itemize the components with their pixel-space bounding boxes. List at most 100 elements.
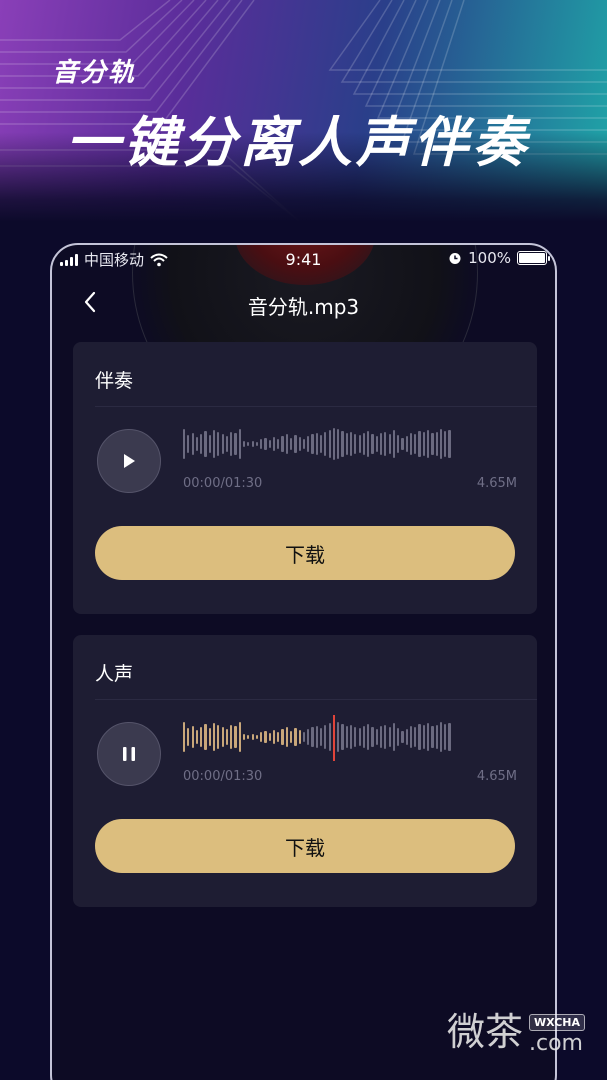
waveform-bar — [255, 442, 258, 446]
file-size: 4.65M — [476, 476, 517, 491]
waveform-bar — [332, 428, 336, 460]
waveform-bar — [315, 433, 318, 455]
waveform-bar — [230, 725, 233, 749]
waveform-bar — [375, 729, 378, 745]
waveform-bar — [200, 434, 203, 454]
waveform-bar — [285, 434, 288, 454]
waveform-bar — [268, 733, 271, 741]
waveform-bar — [405, 729, 408, 745]
waveform-bar — [384, 725, 387, 749]
waveform-bar — [401, 731, 404, 743]
waveform-bar — [204, 431, 207, 457]
waveform-bar — [311, 727, 314, 747]
waveform-bar — [204, 724, 207, 750]
waveform-bar — [302, 732, 306, 742]
playhead[interactable] — [333, 715, 336, 761]
waveform-bar — [422, 725, 425, 749]
waveform-bar — [242, 734, 246, 740]
waveform-bar — [349, 725, 353, 749]
download-button[interactable]: 下载 — [95, 819, 515, 873]
waveform-bar — [255, 735, 258, 739]
waveform-bar — [221, 434, 224, 454]
watermark-domain: .com — [528, 1031, 583, 1056]
waveform-bar — [367, 431, 370, 457]
waveform-bar — [422, 432, 425, 456]
divider — [95, 699, 537, 700]
waveform-bar — [225, 436, 228, 452]
waveform-bar — [444, 431, 447, 457]
waveform-bar — [349, 432, 353, 456]
watermark: 微茶 WXCHA .com — [447, 1001, 585, 1056]
waveform-bar — [409, 726, 413, 748]
waveform-bar — [272, 730, 276, 744]
waveform-bar — [392, 430, 395, 458]
waveform-bar — [251, 441, 254, 447]
pause-button[interactable] — [97, 722, 161, 786]
waveform-bar — [225, 729, 228, 745]
waveform-bar — [187, 435, 190, 453]
waveform-bar — [247, 735, 250, 739]
waveform-bar — [337, 722, 340, 752]
waveform-bar — [238, 429, 241, 459]
waveform-bar — [277, 732, 280, 742]
waveform-bar — [414, 434, 417, 454]
waveform-bar — [362, 433, 365, 455]
waveform-bar — [418, 724, 421, 750]
waveform-bar — [345, 726, 348, 748]
waveform-bar — [431, 726, 434, 748]
waveform-bar — [315, 726, 318, 748]
waveform-bar — [307, 436, 310, 452]
waveform-bar — [345, 433, 348, 455]
waveform-bar — [379, 726, 383, 748]
waveform-bar — [320, 728, 323, 746]
waveform-bar — [264, 731, 267, 743]
waveform-bar — [195, 730, 199, 744]
waveform-bar — [290, 438, 293, 450]
waveform-bar — [234, 433, 237, 455]
waveform-bar — [302, 439, 306, 449]
waveform-bar — [354, 434, 357, 454]
waveform-bar — [439, 429, 443, 459]
waveform-bar — [281, 729, 284, 745]
waveform-bar — [208, 728, 211, 746]
track-card-vocals: 人声 00:00/01:30 4.65M 下载 — [73, 635, 537, 907]
waveform-bar — [384, 432, 387, 456]
waveform[interactable] — [183, 426, 517, 462]
waveform-bar — [260, 439, 263, 449]
waveform-bar — [337, 429, 340, 459]
waveform-bar — [435, 725, 438, 749]
waveform-bar — [200, 727, 203, 747]
waveform-bar — [358, 728, 361, 746]
play-button[interactable] — [97, 429, 161, 493]
waveform-bar — [212, 723, 216, 751]
playback-time: 00:00/01:30 — [183, 769, 263, 784]
waveform-bar — [212, 430, 216, 458]
waveform-bar — [448, 430, 451, 458]
waveform-bar — [247, 442, 250, 446]
waveform-bar — [354, 727, 357, 747]
waveform-bar — [324, 725, 327, 749]
waveform-bar — [183, 429, 186, 459]
waveform-bar — [444, 724, 447, 750]
waveform-bar — [439, 722, 443, 752]
status-bar: 中国移动 9:41 100% — [52, 245, 555, 275]
waveform-bar — [230, 432, 233, 456]
waveform-bar — [285, 727, 288, 747]
waveform-bar — [290, 731, 293, 743]
phone-frame: 中国移动 9:41 100% 音分轨.mp3 伴奏 00:00/01:30 4.… — [50, 243, 557, 1080]
waveform-bar — [397, 728, 400, 746]
waveform-bar — [268, 440, 271, 448]
waveform[interactable] — [183, 719, 517, 755]
waveform-bar — [397, 435, 400, 453]
pause-icon — [123, 747, 135, 761]
waveform-bar — [448, 723, 451, 751]
watermark-text: 微茶 — [446, 1010, 523, 1054]
waveform-bar — [183, 722, 186, 752]
banner-subtitle: 音分轨 — [52, 58, 137, 88]
waveform-bar — [277, 439, 280, 449]
battery-icon — [517, 251, 550, 265]
waveform-bar — [221, 727, 224, 747]
play-icon — [124, 454, 135, 468]
download-button[interactable]: 下载 — [95, 526, 515, 580]
waveform-bar — [362, 726, 365, 748]
